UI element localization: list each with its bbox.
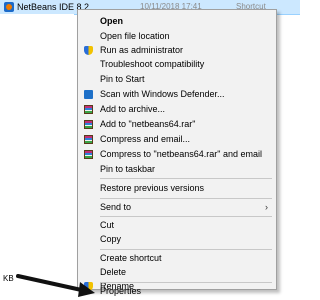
menu-item-restore-previous-versions[interactable]: Restore previous versions [78, 181, 276, 195]
menu-item-cut[interactable]: Cut [78, 218, 276, 232]
file-size-unit: KB [3, 274, 14, 283]
menu-separator [100, 178, 272, 179]
winrar-icon [84, 135, 93, 144]
menu-item-send-to[interactable]: Send to › [78, 200, 276, 214]
context-menu: Open Open file location Run as administr… [77, 9, 277, 291]
windows-defender-icon [84, 90, 93, 99]
menu-item-label: Scan with Windows Defender... [100, 89, 225, 99]
menu-separator [100, 216, 272, 217]
menu-separator [100, 249, 272, 250]
winrar-icon [84, 120, 93, 129]
menu-item-create-shortcut[interactable]: Create shortcut [78, 251, 276, 265]
menu-item-label: Run as administrator [100, 45, 184, 55]
file-list-background: KB [0, 14, 74, 300]
menu-item-pin-to-taskbar[interactable]: Pin to taskbar [78, 162, 276, 176]
menu-item-label: Compress and email... [100, 134, 191, 144]
menu-item-label: Restore previous versions [100, 183, 205, 193]
menu-item-open[interactable]: Open [78, 14, 276, 28]
menu-item-copy[interactable]: Copy [78, 232, 276, 246]
menu-item-compress-and-email[interactable]: Compress and email... [78, 132, 276, 146]
chevron-right-icon: › [265, 202, 268, 212]
menu-item-label: Add to archive... [100, 104, 166, 114]
winrar-icon [84, 105, 93, 114]
menu-item-label: Copy [100, 234, 122, 244]
menu-item-troubleshoot-compatibility[interactable]: Troubleshoot compatibility [78, 57, 276, 71]
menu-item-open-file-location[interactable]: Open file location [78, 29, 276, 43]
menu-item-scan-with-defender[interactable]: Scan with Windows Defender... [78, 87, 276, 101]
menu-item-properties[interactable]: Properties [78, 282, 276, 298]
menu-item-label: Create shortcut [100, 253, 162, 263]
menu-item-label: Properties [100, 286, 142, 296]
screenshot-root: NetBeans IDE 8.2 10/11/2018 17:41 Shortc… [0, 0, 300, 300]
uac-shield-icon [84, 46, 93, 55]
menu-item-compress-to-rar-and-email[interactable]: Compress to "netbeans64.rar" and email [78, 147, 276, 161]
winrar-icon [84, 150, 93, 159]
menu-item-label: Pin to taskbar [100, 164, 156, 174]
menu-item-label: Delete [100, 267, 127, 277]
menu-item-add-to-rar[interactable]: Add to "netbeans64.rar" [78, 117, 276, 131]
menu-item-label: Open file location [100, 31, 170, 41]
menu-separator [100, 282, 272, 283]
menu-item-label: Troubleshoot compatibility [100, 59, 205, 69]
menu-item-label: Open [100, 16, 124, 26]
menu-separator [100, 198, 272, 199]
menu-item-label: Send to [100, 202, 132, 212]
netbeans-icon [4, 2, 14, 12]
menu-item-pin-to-start[interactable]: Pin to Start [78, 72, 276, 86]
menu-item-label: Cut [100, 220, 115, 230]
menu-item-add-to-archive[interactable]: Add to archive... [78, 102, 276, 116]
menu-item-run-as-administrator[interactable]: Run as administrator [78, 43, 276, 57]
menu-item-label: Compress to "netbeans64.rar" and email [100, 149, 262, 159]
menu-item-label: Pin to Start [100, 74, 145, 84]
menu-item-label: Add to "netbeans64.rar" [100, 119, 196, 129]
menu-item-delete[interactable]: Delete [78, 265, 276, 279]
